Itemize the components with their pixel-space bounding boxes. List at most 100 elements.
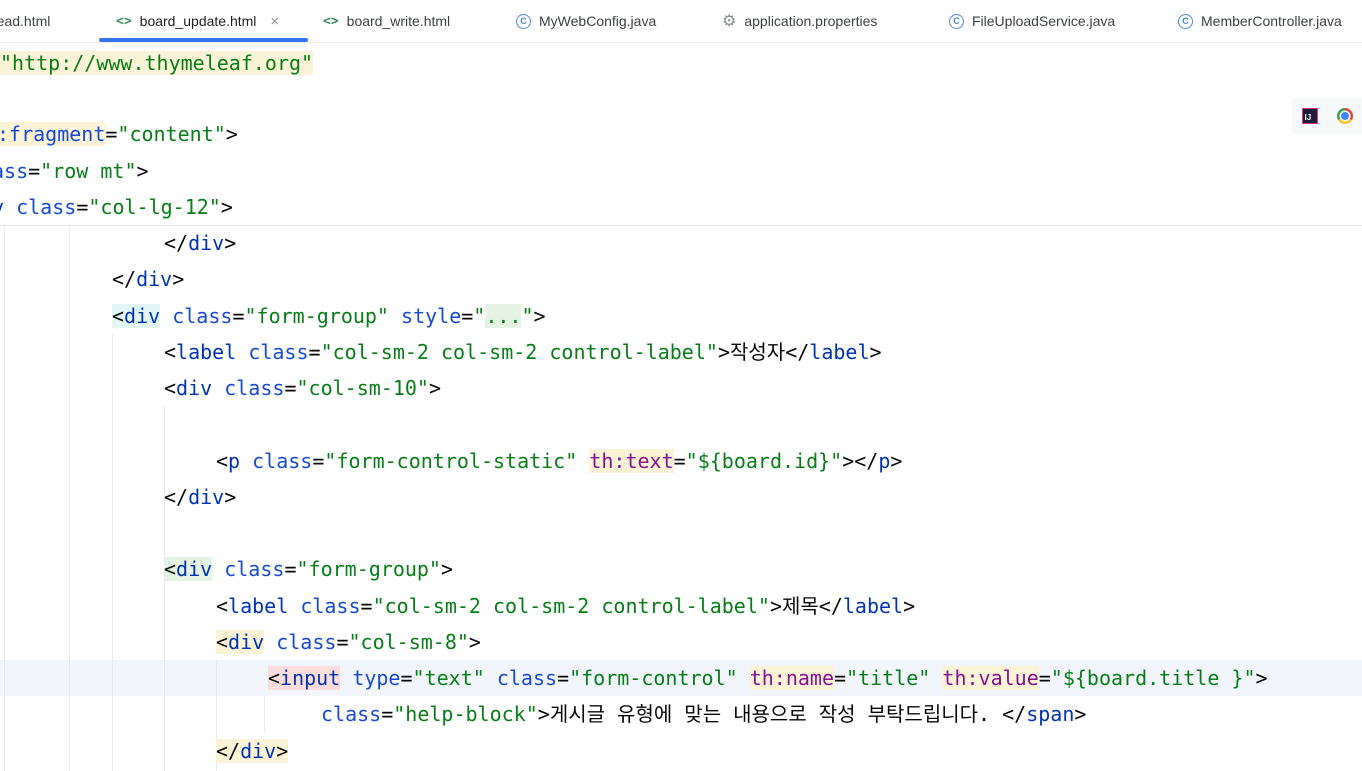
code-line[interactable]: "http://www.thymeleaf.org" — [0, 45, 314, 81]
close-icon[interactable]: × — [270, 13, 279, 30]
sticky-scroll-header[interactable]: "http://www.thymeleaf.org" :fragment="co… — [0, 43, 1362, 226]
editor-tab-bar: read.html <> board_update.html × <> boar… — [0, 0, 1362, 43]
code-line[interactable]: v class="col-lg-12"> — [0, 189, 233, 225]
punct: < — [164, 376, 177, 400]
indent-guide — [164, 406, 165, 771]
punct: = — [76, 195, 89, 219]
attr-value: "col-lg-12" — [88, 195, 221, 219]
punct: = — [557, 666, 570, 690]
punct: < — [164, 557, 177, 581]
browser-preview-toolbar: IJ — [1292, 98, 1362, 134]
java-class-icon: C — [1178, 13, 1193, 29]
code-line[interactable]: :fragment="content"> — [0, 116, 238, 152]
punct: </ — [1002, 702, 1027, 726]
html-file-icon: <> — [323, 13, 339, 29]
punct: > — [428, 376, 441, 400]
code-line[interactable]: <div class="col-sm-10"> — [164, 370, 441, 406]
code-line[interactable]: <label class="col-sm-2 col-sm-2 control-… — [216, 588, 915, 624]
punct: > — [172, 267, 185, 291]
punct: = — [834, 666, 847, 690]
code-line[interactable]: <div class="form-group"> — [164, 551, 453, 587]
tag-name: p — [878, 449, 891, 473]
attr-name: class — [300, 594, 361, 618]
code-line[interactable]: <div class="form-group" style="..."> — [112, 298, 546, 334]
tab-mywebconfig-java[interactable]: C MyWebConfig.java — [516, 0, 656, 42]
punct: = — [1038, 666, 1051, 690]
tag-name: v — [0, 195, 4, 219]
punct: > — [537, 702, 550, 726]
punct: = — [336, 630, 349, 654]
punct: = — [105, 122, 118, 146]
code-line[interactable]: ass="row mt"> — [0, 153, 149, 189]
tag-name: div — [188, 485, 225, 509]
tab-board-write-html[interactable]: <> board_write.html — [323, 0, 450, 42]
indent-guide — [4, 225, 5, 771]
punct: </ — [818, 594, 843, 618]
punct: = — [232, 304, 245, 328]
punct: = — [673, 449, 686, 473]
punct: > — [224, 231, 237, 255]
punct: = — [284, 557, 297, 581]
code-line[interactable]: </div> — [164, 225, 236, 261]
tag-name: div — [124, 304, 161, 328]
text-content: 제목 — [781, 594, 819, 618]
tag-name: p — [228, 449, 241, 473]
attr-value: "text" — [412, 666, 485, 690]
java-class-icon: C — [949, 13, 964, 29]
tab-read-html[interactable]: read.html — [0, 0, 50, 42]
indent-guide — [264, 696, 265, 732]
tab-label: application.properties — [744, 13, 878, 29]
punct: > — [225, 122, 238, 146]
punct: </ — [164, 231, 189, 255]
punct: </ — [164, 485, 189, 509]
code-line[interactable]: </div> — [112, 261, 184, 297]
punct: > — [769, 594, 782, 618]
punct: = — [461, 304, 474, 328]
attr-name: :fragment — [0, 122, 106, 146]
tab-label: board_update.html — [139, 13, 257, 29]
chrome-icon[interactable] — [1336, 108, 1353, 124]
tag-name: div — [176, 376, 213, 400]
punct: = — [360, 594, 373, 618]
intellij-icon[interactable]: IJ — [1301, 108, 1318, 124]
code-line[interactable]: class="help-block">게시글 유형에 맞는 내용으로 작성 부탁… — [321, 696, 1086, 732]
code-line[interactable]: </div> — [164, 479, 236, 515]
tab-fileuploadservice-java[interactable]: C FileUploadService.java — [949, 0, 1115, 42]
code-line[interactable]: <div class="col-sm-8"> — [216, 624, 481, 660]
attr-value: "form-control" — [569, 666, 738, 690]
tag-name: div — [240, 739, 277, 763]
tag-name: label — [176, 340, 237, 364]
punct: > — [533, 304, 546, 328]
punct: > — [903, 594, 916, 618]
tab-label: board_write.html — [346, 13, 451, 29]
attr-value: "col-sm-8" — [348, 630, 469, 654]
punct: > — [468, 630, 481, 654]
indent-guide — [112, 334, 113, 771]
attr-value: "${board.title }" — [1050, 666, 1256, 690]
gear-icon: ⚙ — [722, 13, 737, 30]
tag-name: label — [228, 594, 289, 618]
attr-value: "help-block" — [393, 702, 538, 726]
tab-board-update-html[interactable]: <> board_update.html × — [116, 0, 279, 42]
punct: < — [268, 666, 281, 690]
attr-name: class — [16, 195, 77, 219]
attr-value: "col-sm-2 col-sm-2 control-label" — [320, 340, 718, 364]
tab-membercontroller-java[interactable]: C MemberController.java — [1178, 0, 1342, 42]
attr-value: "col-sm-2 col-sm-2 control-label" — [372, 594, 770, 618]
code-line-current[interactable]: <input type="text" class="form-control" … — [268, 660, 1268, 696]
punct: < — [216, 630, 229, 654]
tag-name: label — [842, 594, 904, 618]
code-line[interactable]: </div> — [216, 733, 289, 769]
tab-application-properties[interactable]: ⚙ application.properties — [722, 0, 877, 42]
attr-value: "form-group" — [244, 304, 389, 328]
punct: > — [224, 485, 237, 509]
punct: > — [717, 340, 730, 364]
code-line[interactable]: <label class="col-sm-2 col-sm-2 control-… — [164, 334, 882, 370]
folded-region[interactable]: ... — [485, 304, 522, 328]
tag-name: div — [228, 630, 265, 654]
attr-value: "content" — [117, 122, 226, 146]
punct: </ — [112, 267, 137, 291]
code-line[interactable]: <p class="form-control-static" th:text="… — [216, 443, 902, 479]
attr-name: class — [321, 702, 382, 726]
th-attr-name: th:text — [589, 449, 674, 473]
